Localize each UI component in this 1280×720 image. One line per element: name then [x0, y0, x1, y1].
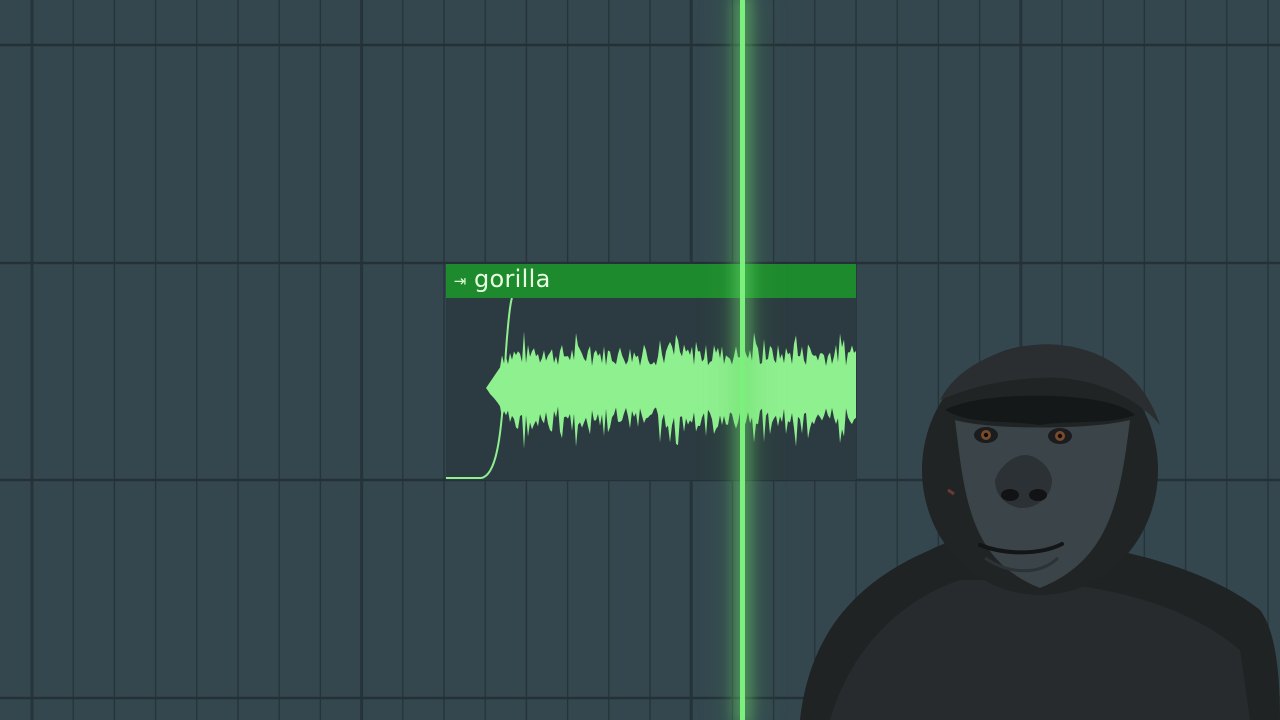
clip-name: gorilla	[474, 265, 551, 293]
clip-header[interactable]: ⇥ gorilla	[446, 264, 856, 298]
audio-clip-icon[interactable]: ⇥	[448, 264, 472, 298]
playhead[interactable]	[740, 0, 745, 720]
gorilla-image	[800, 344, 1280, 720]
